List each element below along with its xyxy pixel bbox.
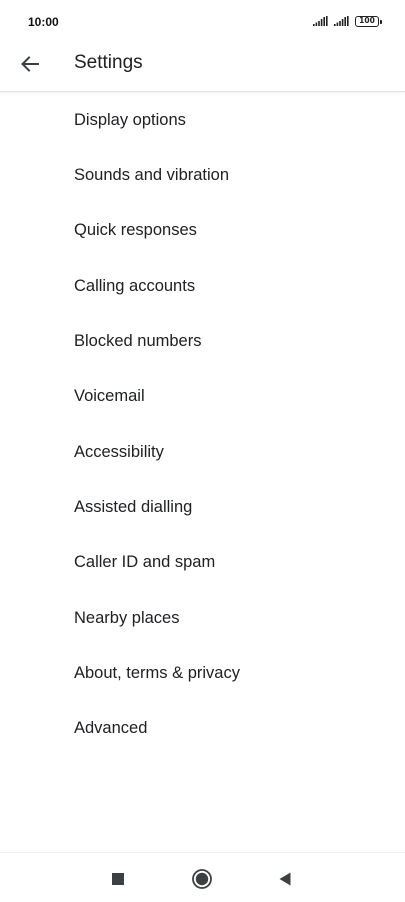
back-triangle-icon: [279, 872, 291, 886]
settings-screen: 10:00 100 Settings Display options Sound…: [0, 0, 405, 902]
arrow-back-icon: [21, 56, 39, 72]
settings-item-label: Voicemail: [74, 387, 145, 406]
settings-item-about-terms-privacy[interactable]: About, terms & privacy: [0, 646, 405, 701]
settings-item-label: Nearby places: [74, 608, 180, 627]
settings-item-label: About, terms & privacy: [74, 663, 240, 682]
settings-item-sounds-and-vibration[interactable]: Sounds and vibration: [0, 148, 405, 203]
settings-item-label: Calling accounts: [74, 276, 196, 295]
battery-icon: 100: [355, 15, 382, 27]
home-button[interactable]: [189, 866, 215, 892]
settings-item-calling-accounts[interactable]: Calling accounts: [0, 259, 405, 314]
status-time: 10:00: [28, 15, 59, 29]
recents-square-icon: [112, 873, 124, 885]
settings-item-assisted-dialling[interactable]: Assisted dialling: [0, 480, 405, 535]
home-circle-icon: [192, 869, 212, 889]
settings-item-nearby-places[interactable]: Nearby places: [0, 590, 405, 645]
status-icons: 100: [313, 14, 382, 28]
settings-item-label: Advanced: [74, 719, 148, 738]
signal-icon: [313, 16, 328, 26]
settings-item-accessibility[interactable]: Accessibility: [0, 424, 405, 479]
settings-item-label: Display options: [74, 111, 186, 129]
settings-item-label: Sounds and vibration: [74, 166, 230, 185]
back-button[interactable]: [12, 46, 48, 82]
nav-back-button[interactable]: [272, 866, 298, 892]
settings-list: Display options Sounds and vibration Qui…: [0, 93, 405, 756]
settings-item-label: Quick responses: [74, 221, 197, 240]
settings-item-quick-responses[interactable]: Quick responses: [0, 203, 405, 258]
navigation-bar: [0, 852, 405, 902]
settings-item-advanced[interactable]: Advanced: [0, 701, 405, 756]
settings-item-label: Caller ID and spam: [74, 553, 216, 572]
settings-item-voicemail[interactable]: Voicemail: [0, 369, 405, 424]
recents-button[interactable]: [105, 866, 131, 892]
settings-item-label: Accessibility: [74, 442, 164, 461]
settings-item-label: Blocked numbers: [74, 332, 202, 351]
settings-item-caller-id-and-spam[interactable]: Caller ID and spam: [0, 535, 405, 590]
signal-icon: [334, 16, 349, 26]
settings-item-display-options[interactable]: Display options: [0, 93, 405, 148]
page-title: Settings: [74, 52, 143, 73]
battery-level: 100: [359, 16, 375, 26]
app-bar: Settings: [0, 36, 405, 92]
settings-item-blocked-numbers[interactable]: Blocked numbers: [0, 314, 405, 369]
settings-item-label: Assisted dialling: [74, 497, 193, 516]
